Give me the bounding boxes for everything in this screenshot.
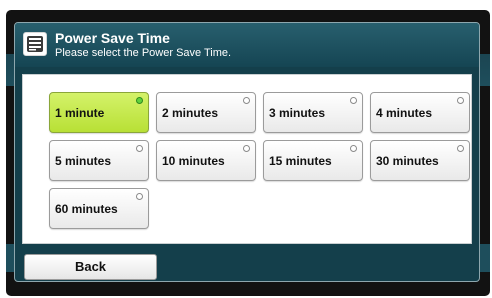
option-3-minutes[interactable]: 3 minutes (263, 92, 363, 133)
selection-indicator-icon (457, 145, 464, 152)
option-2-minutes[interactable]: 2 minutes (156, 92, 256, 133)
option-4-minutes[interactable]: 4 minutes (370, 92, 470, 133)
option-15-minutes[interactable]: 15 minutes (263, 140, 363, 181)
option-label: 3 minutes (269, 106, 326, 120)
device-screen: Power Save Time Please select the Power … (0, 0, 492, 298)
selection-indicator-icon (136, 193, 143, 200)
options-panel: 1 minute 2 minutes 3 minutes 4 minutes 5… (22, 74, 472, 244)
option-60-minutes[interactable]: 60 minutes (49, 188, 149, 229)
dialog-title: Power Save Time (55, 30, 170, 46)
back-button[interactable]: Back (24, 254, 157, 280)
option-label: 30 minutes (376, 154, 439, 168)
option-1-minute[interactable]: 1 minute (49, 92, 149, 133)
selection-indicator-icon (243, 145, 250, 152)
option-label: 10 minutes (162, 154, 225, 168)
selection-indicator-icon (136, 97, 143, 104)
option-label: 2 minutes (162, 106, 219, 120)
selection-indicator-icon (457, 97, 464, 104)
option-5-minutes[interactable]: 5 minutes (49, 140, 149, 181)
option-label: 15 minutes (269, 154, 332, 168)
option-10-minutes[interactable]: 10 minutes (156, 140, 256, 181)
power-save-time-dialog: Power Save Time Please select the Power … (14, 22, 480, 282)
option-label: 5 minutes (55, 154, 112, 168)
dialog-subtitle: Please select the Power Save Time. (55, 47, 232, 59)
dialog-header: Power Save Time Please select the Power … (15, 23, 479, 67)
selection-indicator-icon (136, 145, 143, 152)
selection-indicator-icon (350, 97, 357, 104)
option-label: 1 minute (55, 106, 105, 120)
option-label: 4 minutes (376, 106, 433, 120)
selection-indicator-icon (243, 97, 250, 104)
selection-indicator-icon (350, 145, 357, 152)
option-label: 60 minutes (55, 202, 118, 216)
option-30-minutes[interactable]: 30 minutes (370, 140, 470, 181)
settings-panel-icon (23, 32, 47, 56)
